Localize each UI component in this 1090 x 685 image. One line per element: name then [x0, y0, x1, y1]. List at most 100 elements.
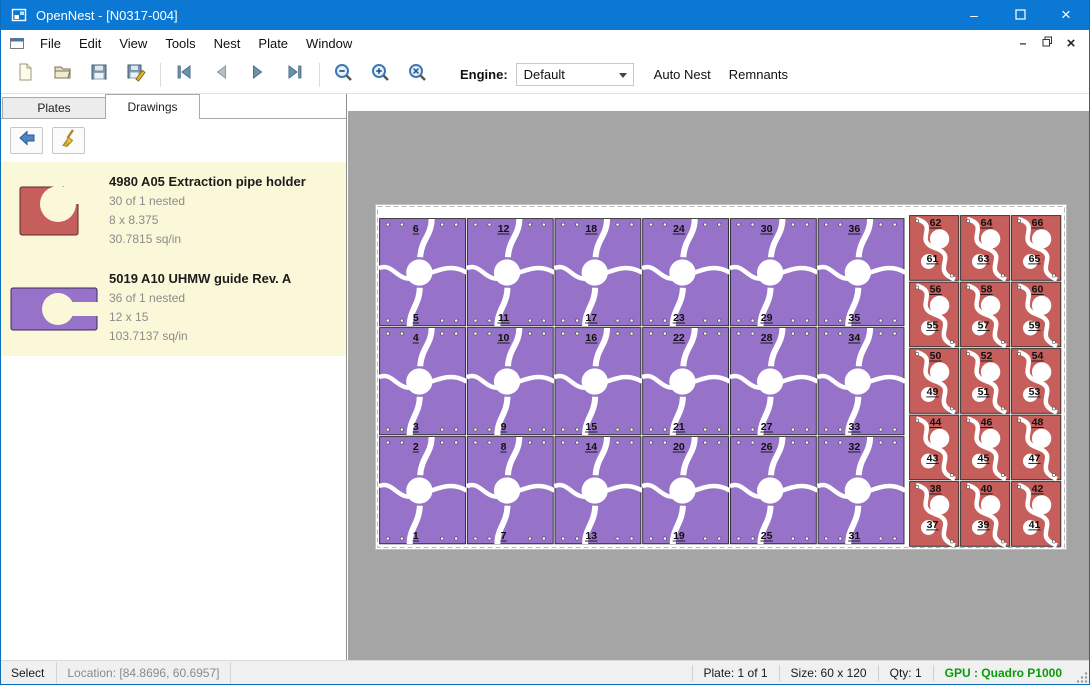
resize-grip[interactable]: [1073, 661, 1089, 684]
purple-part-pair[interactable]: 1413: [554, 437, 642, 544]
first-arrow-icon: [174, 62, 194, 87]
plate-canvas[interactable]: 6512111817242330293635431091615222128273…: [376, 205, 1066, 549]
svg-text:32: 32: [848, 441, 860, 453]
menu-view[interactable]: View: [110, 30, 156, 56]
zoom-fit-button[interactable]: [401, 60, 433, 90]
red-part-pair[interactable]: 6463: [961, 216, 1010, 281]
save-button[interactable]: [83, 60, 115, 90]
menu-window[interactable]: Window: [297, 30, 361, 56]
menu-nest[interactable]: Nest: [205, 30, 250, 56]
new-button[interactable]: [9, 60, 41, 90]
clear-button[interactable]: [52, 127, 85, 154]
plate-sheet[interactable]: 6512111817242330293635431091615222128273…: [376, 205, 1066, 549]
tab-plates[interactable]: Plates: [2, 97, 106, 118]
purple-part-pair[interactable]: 65: [379, 219, 467, 326]
svg-text:31: 31: [848, 530, 860, 542]
window-maximize-button[interactable]: [997, 0, 1043, 30]
auto-nest-button[interactable]: Auto Nest: [650, 61, 715, 88]
menu-plate[interactable]: Plate: [249, 30, 297, 56]
nest-canvas-area[interactable]: 6512111817242330293635431091615222128273…: [348, 94, 1089, 660]
last-arrow-icon: [285, 62, 305, 87]
window-minimize-button[interactable]: –: [951, 0, 997, 30]
list-item[interactable]: 4980 A05 Extraction pipe holder 30 of 1 …: [1, 162, 346, 259]
purple-part-pair[interactable]: 43: [379, 328, 467, 435]
first-plate-button[interactable]: [168, 60, 200, 90]
red-part-pair[interactable]: 6665: [1012, 216, 1061, 281]
svg-text:27: 27: [761, 421, 773, 433]
previous-plate-button[interactable]: [205, 60, 237, 90]
mdi-restore-button[interactable]: [1037, 34, 1057, 52]
svg-text:49: 49: [927, 386, 939, 398]
svg-text:46: 46: [981, 417, 993, 429]
menu-edit[interactable]: Edit: [70, 30, 110, 56]
red-part-pair[interactable]: 3837: [910, 482, 959, 547]
drawing-size: 12 x 15: [109, 308, 291, 327]
status-plate: Plate: 1 of 1: [693, 666, 779, 680]
window-close-button[interactable]: ×: [1043, 0, 1089, 30]
purple-part-pair[interactable]: 2625: [730, 437, 818, 544]
zoom-out-button[interactable]: [327, 60, 359, 90]
red-part-pair[interactable]: 5453: [1012, 349, 1061, 414]
mdi-document-icon[interactable]: [9, 35, 25, 51]
mdi-close-button[interactable]: ×: [1061, 34, 1081, 52]
purple-part-pair[interactable]: 2423: [642, 219, 730, 326]
red-part-pair[interactable]: 5857: [961, 282, 1010, 347]
svg-text:44: 44: [930, 417, 942, 429]
remnants-button[interactable]: Remnants: [725, 61, 792, 88]
toolbar-separator: [160, 63, 161, 87]
return-part-button[interactable]: [10, 127, 43, 154]
title-bar[interactable]: OpenNest - [N0317-004] – ×: [1, 0, 1089, 30]
purple-part-pair[interactable]: 2827: [730, 328, 818, 435]
save-as-button[interactable]: [120, 60, 152, 90]
app-window: OpenNest - [N0317-004] – × File Edit Vie…: [0, 0, 1090, 685]
blue-arrow-left-icon: [17, 128, 37, 153]
svg-text:7: 7: [501, 530, 507, 542]
tab-drawings[interactable]: Drawings: [105, 94, 200, 119]
svg-text:42: 42: [1032, 483, 1044, 495]
svg-text:45: 45: [978, 452, 990, 464]
red-part-pair[interactable]: 5251: [961, 349, 1010, 414]
svg-text:13: 13: [585, 530, 597, 542]
menu-file[interactable]: File: [31, 30, 70, 56]
purple-part-pair[interactable]: 2019: [642, 437, 730, 544]
red-part-pair[interactable]: 4443: [910, 415, 959, 480]
purple-part-pair[interactable]: 21: [379, 437, 467, 544]
status-qty: Qty: 1: [879, 666, 933, 680]
red-part-pair[interactable]: 6059: [1012, 282, 1061, 347]
purple-part-pair[interactable]: 1817: [554, 219, 642, 326]
svg-text:53: 53: [1029, 386, 1041, 398]
drawings-toolbar: [1, 119, 346, 162]
red-part-pair[interactable]: 5655: [910, 282, 959, 347]
next-plate-button[interactable]: [242, 60, 274, 90]
svg-text:21: 21: [673, 421, 685, 433]
red-part-pair[interactable]: 5049: [910, 349, 959, 414]
red-part-pair[interactable]: 4241: [1012, 482, 1061, 547]
purple-part-pair[interactable]: 109: [467, 328, 555, 435]
previous-arrow-icon: [211, 62, 231, 87]
menu-tools[interactable]: Tools: [156, 30, 204, 56]
save-floppy-icon: [89, 62, 109, 87]
svg-text:17: 17: [585, 312, 597, 324]
red-part-pair[interactable]: 4039: [961, 482, 1010, 547]
list-item[interactable]: 5019 A10 UHMW guide Rev. A 36 of 1 neste…: [1, 259, 346, 356]
purple-part-pair[interactable]: 3433: [818, 328, 906, 435]
purple-part-pair[interactable]: 3029: [730, 219, 818, 326]
mdi-minimize-button[interactable]: –: [1013, 34, 1033, 52]
purple-part-pair[interactable]: 1615: [554, 328, 642, 435]
svg-text:39: 39: [978, 519, 990, 531]
purple-part-pair[interactable]: 2221: [642, 328, 730, 435]
drawing-size: 8 x 8.375: [109, 211, 306, 230]
zoom-in-button[interactable]: [364, 60, 396, 90]
engine-select[interactable]: Default: [516, 63, 634, 86]
red-part-pair[interactable]: 6261: [910, 216, 959, 281]
purple-part-pair[interactable]: 1211: [467, 219, 555, 326]
purple-part-pair[interactable]: 87: [467, 437, 555, 544]
purple-part-pair[interactable]: 32 31: [818, 437, 906, 544]
last-plate-button[interactable]: [279, 60, 311, 90]
purple-part-pair[interactable]: 3635: [818, 219, 906, 326]
red-part-pair[interactable]: 46 45: [961, 415, 1010, 480]
red-part-pair[interactable]: 4847: [1012, 415, 1061, 480]
open-button[interactable]: [46, 60, 78, 90]
drawing-area: 30.7815 sq/in: [109, 230, 306, 249]
app-icon: [11, 7, 27, 23]
